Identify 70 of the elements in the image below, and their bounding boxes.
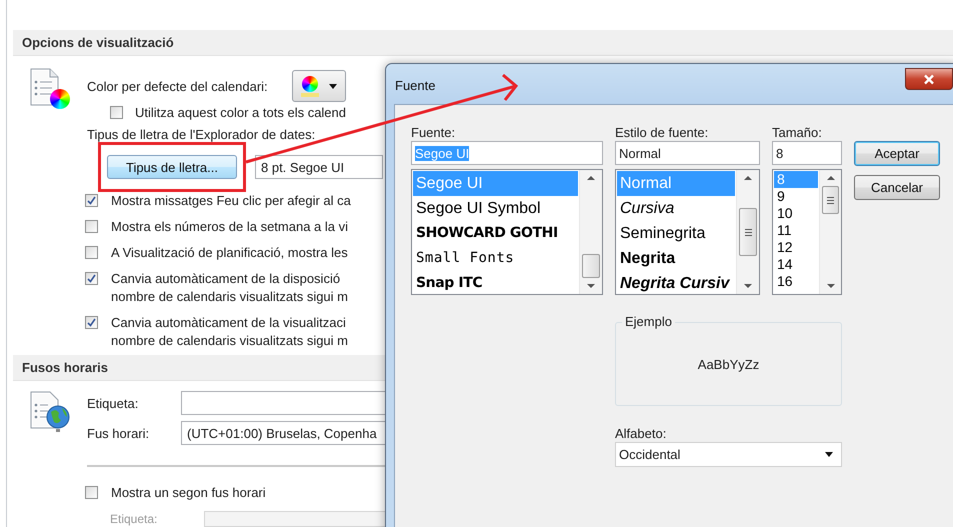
option-label: Mostra els números de la setmana a la vi — [111, 218, 348, 236]
field-label: Etiqueta: — [87, 396, 140, 411]
option-label: Mostra missatges Feu clic per afegir al ca — [111, 192, 351, 210]
field-label: Alfabeto: — [615, 426, 668, 441]
palette-icon — [300, 75, 319, 98]
list-item[interactable]: Negrita — [617, 246, 735, 271]
scroll-down-icon[interactable] — [826, 284, 834, 288]
scrollbar[interactable] — [579, 170, 602, 294]
checkbox[interactable] — [110, 106, 123, 120]
close-icon — [923, 74, 935, 84]
checkbox[interactable] — [85, 246, 98, 260]
checkbox[interactable] — [85, 272, 98, 286]
checkbox-label: Mostra un segon fus horari — [111, 485, 266, 500]
scroll-thumb[interactable] — [822, 186, 839, 214]
field-label: Etiqueta: — [110, 512, 158, 526]
checkbox[interactable] — [85, 194, 98, 208]
scroll-thumb[interactable] — [582, 254, 600, 278]
group-title: Ejemplo — [622, 314, 675, 329]
caret-icon — [328, 84, 337, 89]
checkbox[interactable] — [85, 220, 98, 234]
text-field[interactable]: Normal — [615, 141, 760, 165]
dialog-title: Fuente — [395, 78, 436, 93]
field-label: Tamaño: — [772, 125, 823, 140]
list-item[interactable]: 10 — [774, 205, 818, 222]
caret-icon — [825, 452, 833, 457]
option-label: Canvia automàticament de la disposició — [111, 270, 342, 288]
list-item[interactable]: 11 — [774, 222, 818, 239]
list-item[interactable]: Segoe UI Symbol — [413, 196, 578, 221]
list-item[interactable]: Seminegrita — [617, 221, 735, 246]
field-label: Estilo de fuente: — [615, 125, 710, 140]
color-dropdown-button[interactable] — [292, 70, 346, 102]
checkbox[interactable] — [85, 486, 98, 500]
option-label: nombre de calendaris visualitzats sigui m — [111, 332, 348, 350]
font-value-field: 8 pt. Segoe UI — [255, 155, 383, 180]
scroll-up-icon[interactable] — [744, 176, 752, 180]
font-button[interactable]: Tipus de lletra... — [107, 155, 237, 180]
document-globe-icon — [30, 391, 70, 434]
checkbox-label: Utilitza aquest color a tots els calend — [135, 105, 346, 120]
text-field[interactable]: 8 — [772, 141, 842, 165]
scroll-up-icon[interactable] — [826, 176, 834, 180]
option-label: nombre de calendaris visualitzats sigui m — [111, 288, 348, 306]
document-color-wheel-icon — [30, 68, 70, 110]
list-item[interactable]: 9 — [774, 188, 818, 205]
color-label: Color per defecte del calendari: — [87, 78, 268, 94]
close-button[interactable] — [905, 68, 953, 90]
dialog-button[interactable]: Aceptar — [854, 141, 940, 166]
scroll-up-icon[interactable] — [587, 176, 595, 180]
scroll-down-icon[interactable] — [587, 284, 595, 288]
dialog-button[interactable]: Cancelar — [854, 175, 940, 200]
script-dropdown[interactable]: Occidental — [615, 442, 842, 467]
list-item[interactable]: 14 — [774, 256, 818, 273]
list-item[interactable]: SHOWCARD GOTHI — [413, 221, 578, 246]
list-item[interactable]: Cursiva — [617, 196, 735, 221]
checkbox[interactable] — [85, 316, 98, 330]
list-item[interactable]: Negrita Cursiv — [617, 271, 735, 294]
font-label: Tipus de lletra de l'Explorador de dates: — [87, 127, 316, 142]
scroll-down-icon[interactable] — [744, 284, 752, 288]
option-label: A Visualització de planificació, mostra les — [111, 244, 348, 262]
scroll-thumb[interactable] — [739, 208, 757, 256]
section-header: Opcions de visualització — [13, 30, 953, 56]
option-label: Canvia automàticament de la visualitzaci — [111, 314, 347, 332]
list-item[interactable]: Snap ITC — [413, 271, 578, 294]
list-item[interactable]: 12 — [774, 239, 818, 256]
field-label: Fuente: — [411, 125, 456, 140]
scrollbar[interactable] — [819, 170, 841, 294]
list-item[interactable]: 16 — [774, 273, 818, 290]
scrollbar[interactable] — [736, 170, 759, 294]
list-item[interactable]: Small Fonts — [413, 246, 578, 271]
sample-text: AaBbYyZz — [698, 356, 760, 372]
field-label: Fus horari: — [87, 426, 150, 441]
